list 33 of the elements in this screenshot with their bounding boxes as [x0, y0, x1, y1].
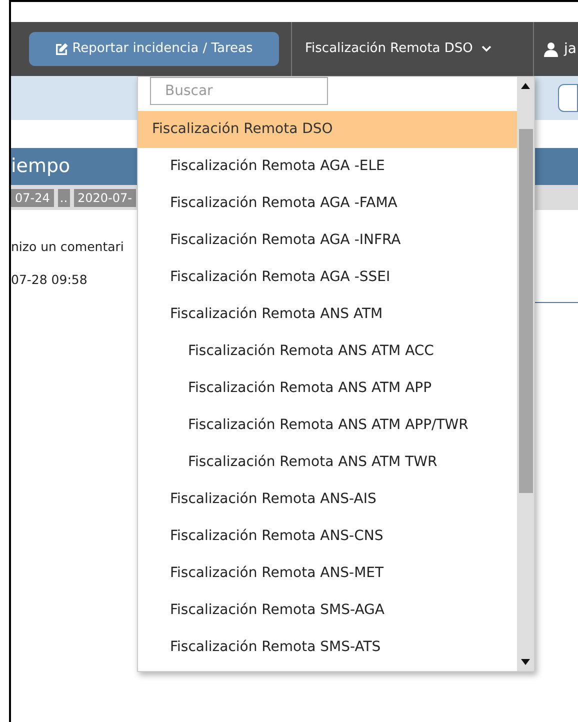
scroll-up-icon — [521, 83, 530, 89]
date-chip: 07-24 — [11, 188, 54, 206]
menu-item[interactable]: Fiscalización Remota ANS ATM TWR — [138, 444, 517, 481]
menu-item[interactable]: Fiscalización Remota DSO — [138, 111, 517, 148]
scrollbar[interactable] — [517, 77, 534, 671]
menu-item[interactable]: Fiscalización Remota ANS ATM APP — [138, 370, 517, 407]
scrollbar-thumb[interactable] — [518, 129, 532, 493]
menu-item[interactable]: Fiscalización Remota ANS ATM — [138, 296, 517, 333]
menu-item[interactable]: Fiscalización Remota ANS-MET — [138, 555, 517, 592]
menu-item[interactable]: Fiscalización Remota SMS-ATS — [138, 629, 517, 666]
menu-item[interactable]: Fiscalización Remota AGA -FAMA — [138, 185, 517, 222]
user-name: ja — [564, 40, 576, 58]
user-icon — [544, 42, 558, 56]
search-field[interactable]: Buscar — [150, 77, 328, 105]
search-button[interactable] — [558, 84, 578, 112]
menu-item[interactable]: Fiscalización Remota ANS-CNS — [138, 518, 517, 555]
menu-item[interactable]: Fiscalización Remota ANS-AIS — [138, 481, 517, 518]
menu-item[interactable]: Fiscalización Remota AGA -ELE — [138, 148, 517, 185]
edit-icon — [55, 42, 68, 56]
comment-text: nizo un comentari — [11, 238, 124, 256]
chevron-down-icon — [480, 45, 492, 53]
menu-item[interactable]: Fiscalización Remota AGA -SSEI — [138, 259, 517, 296]
date-separator: .. — [58, 188, 70, 206]
dropdown-button[interactable]: Fiscalización Remota DSO — [292, 22, 533, 76]
panel-title: iempo — [11, 154, 70, 180]
menu-item[interactable]: Fiscalización Remota ANS ATM ACC — [138, 333, 517, 370]
report-button[interactable]: Reportar incidencia / Tareas — [29, 32, 279, 66]
menu-item[interactable]: Fiscalización Remota ANS ATM APP/TWR — [138, 407, 517, 444]
date-chip: 2020-07- — [74, 188, 136, 206]
scroll-down-icon — [521, 659, 530, 665]
comment-time: 07-28 09:58 — [11, 270, 88, 289]
menu-item[interactable]: Fiscalización Remota SMS-AGA — [138, 592, 517, 629]
menu-item[interactable]: Fiscalización Remota AGA -INFRA — [138, 222, 517, 259]
